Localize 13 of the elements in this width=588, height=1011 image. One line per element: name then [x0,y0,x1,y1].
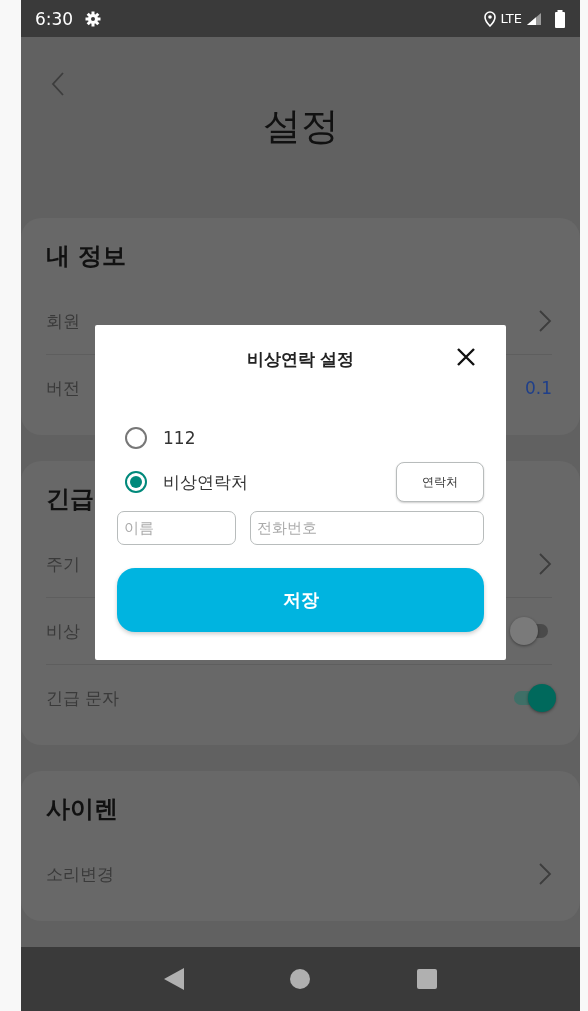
phone-field[interactable]: 전화번호 [250,511,484,545]
version-value: 0.1 [524,378,552,398]
page-title: 설정 [262,103,339,150]
name-field[interactable]: 이름 [117,511,236,545]
section-heading: 내 정보 [46,241,127,272]
radio-option[interactable]: 비상연락처 [117,470,396,494]
radio-option[interactable]: 112 [117,427,484,449]
dialog-title: 비상연락 설정 [246,347,355,371]
clock-time: 6:30 [35,8,74,29]
network-type: LTE [500,11,522,26]
section-heading: 사이렌 [46,794,118,825]
contacts-button[interactable]: 연락처 [396,462,484,502]
section-heading: 긴급 [46,484,94,515]
